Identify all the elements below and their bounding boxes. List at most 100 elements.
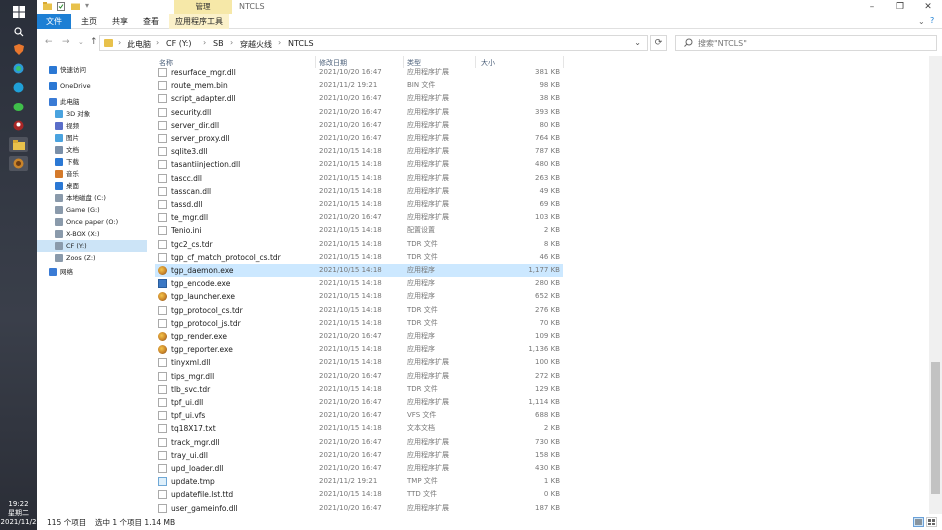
table-row[interactable]: tasantiinjection.dll 2021/10/15 14:18 应用程序… xyxy=(155,158,563,171)
nav-item[interactable]: 此电脑 xyxy=(37,96,147,108)
maximize-button[interactable]: ❐ xyxy=(886,0,914,14)
search-taskbar-icon[interactable] xyxy=(9,24,28,39)
table-row[interactable]: updatefile.lst.ttd 2021/10/15 14:18 TTD 文件… xyxy=(155,488,563,501)
table-row[interactable]: tpf_ui.dll 2021/10/20 16:47 应用程序扩展 1,114 KB xyxy=(155,396,563,409)
nav-item[interactable]: 图片 xyxy=(37,132,147,144)
breadcrumb-crossfire[interactable]: 穿越火线 xyxy=(240,39,272,50)
nav-item[interactable]: 音乐 xyxy=(37,168,147,180)
nav-item[interactable]: Zoos (Z:) xyxy=(37,252,147,264)
help-icon[interactable]: ? xyxy=(930,16,934,25)
back-arrow-icon[interactable]: ← xyxy=(45,37,53,47)
address-history-chevron-icon[interactable]: ⌄ xyxy=(634,38,641,47)
table-row[interactable]: upd_loader.dll 2021/10/20 16:47 应用程序扩展 430 … xyxy=(155,462,563,475)
manage-context-tab[interactable]: 管理 xyxy=(174,0,232,14)
column-divider[interactable] xyxy=(563,56,564,68)
close-button[interactable]: ✕ xyxy=(914,0,942,14)
shield-app-icon[interactable] xyxy=(9,42,28,57)
table-row[interactable]: sqlite3.dll 2021/10/15 14:18 应用程序扩展 787 KB xyxy=(155,145,563,158)
table-row[interactable]: resurface_mgr.dll 2021/10/20 16:47 应用程序扩展 3… xyxy=(155,66,563,79)
browser-app-icon[interactable] xyxy=(9,61,28,76)
breadcrumb-separator-icon[interactable]: › xyxy=(278,38,281,47)
scrollbar-thumb[interactable] xyxy=(931,362,940,494)
taskbar-clock[interactable]: 19:22 星期二 2021/11/2 xyxy=(0,500,37,527)
edge-app-icon[interactable] xyxy=(9,80,28,95)
game-app-icon[interactable] xyxy=(9,156,28,171)
table-row[interactable]: tascc.dll 2021/10/15 14:18 应用程序扩展 263 KB xyxy=(155,172,563,185)
vertical-scrollbar[interactable] xyxy=(929,56,942,514)
breadcrumb-separator-icon[interactable]: › xyxy=(156,38,159,47)
up-arrow-icon[interactable]: ↑ xyxy=(90,37,98,47)
table-row[interactable]: script_adapter.dll 2021/10/20 16:47 应用程序扩展… xyxy=(155,92,563,105)
address-bar[interactable]: › 此电脑 › CF (Y:) › SB › 穿越火线 › NTCLS ⌄ xyxy=(99,35,648,51)
tab-application-tools[interactable]: 应用程序工具 xyxy=(169,14,229,29)
breadcrumb-cf-drive[interactable]: CF (Y:) xyxy=(166,39,192,48)
large-icons-view-button[interactable] xyxy=(926,517,937,527)
nav-item[interactable]: 桌面 xyxy=(37,180,147,192)
nav-item[interactable]: 3D 对象 xyxy=(37,108,147,120)
tab-home[interactable]: 主页 xyxy=(75,14,103,29)
tab-share[interactable]: 共享 xyxy=(107,14,133,29)
table-row[interactable]: tgp_launcher.exe 2021/10/15 14:18 应用程序 652 … xyxy=(155,290,563,303)
minimize-button[interactable]: – xyxy=(858,0,886,14)
table-row[interactable]: update.tmp 2021/11/2 19:21 TMP 文件 1 KB xyxy=(155,475,563,488)
table-row[interactable]: tlb_svc.tdr 2021/10/15 14:18 TDR 文件 129 KB xyxy=(155,383,563,396)
table-row[interactable]: track_mgr.dll 2021/10/20 16:47 应用程序扩展 730 K… xyxy=(155,436,563,449)
breadcrumb-separator-icon[interactable]: › xyxy=(203,38,206,47)
table-row[interactable]: tray_ui.dll 2021/10/20 16:47 应用程序扩展 158 KB xyxy=(155,449,563,462)
table-row[interactable]: tgp_encode.exe 2021/10/15 14:18 应用程序 280 KB xyxy=(155,277,563,290)
tab-view[interactable]: 查看 xyxy=(137,14,165,29)
new-folder-quick-icon[interactable] xyxy=(71,2,80,12)
table-row[interactable]: user_gameinfo.dll 2021/10/20 16:47 应用程序扩展 1… xyxy=(155,502,563,514)
nav-item[interactable]: 快速访问 xyxy=(37,64,147,76)
nav-item[interactable]: X-BOX (X:) xyxy=(37,228,147,240)
breadcrumb-separator-icon[interactable]: › xyxy=(118,38,121,47)
nav-item[interactable]: 本地磁盘 (C:) xyxy=(37,192,147,204)
wechat-app-icon[interactable] xyxy=(9,99,28,114)
table-row[interactable]: route_mem.bin 2021/11/2 19:21 BIN 文件 98 KB xyxy=(155,79,563,92)
table-row[interactable]: tinyxml.dll 2021/10/15 14:18 应用程序扩展 100 KB xyxy=(155,356,563,369)
breadcrumb-ntcls[interactable]: NTCLS xyxy=(288,39,314,48)
table-row[interactable]: te_mgr.dll 2021/10/20 16:47 应用程序扩展 103 KB xyxy=(155,211,563,224)
table-row[interactable]: tgp_render.exe 2021/10/20 16:47 应用程序 109 KB xyxy=(155,330,563,343)
table-row[interactable]: security.dll 2021/10/20 16:47 应用程序扩展 393 KB xyxy=(155,106,563,119)
nav-item[interactable]: 网络 xyxy=(37,266,147,278)
table-row[interactable]: tips_mgr.dll 2021/10/20 16:47 应用程序扩展 272 KB xyxy=(155,370,563,383)
nav-item[interactable]: CF (Y:) xyxy=(37,240,147,252)
nav-item[interactable]: Game (G:) xyxy=(37,204,147,216)
table-row[interactable]: tgp_protocol_cs.tdr 2021/10/15 14:18 TDR 文… xyxy=(155,304,563,317)
breadcrumb-separator-icon[interactable]: › xyxy=(230,38,233,47)
nav-item[interactable]: 文档 xyxy=(37,144,147,156)
windows-start-icon[interactable] xyxy=(9,4,28,19)
expand-ribbon-icon[interactable]: ⌄ xyxy=(918,17,925,26)
table-row[interactable]: server_dir.dll 2021/10/20 16:47 应用程序扩展 80 K… xyxy=(155,119,563,132)
nav-item[interactable]: Once paper (O:) xyxy=(37,216,147,228)
table-row[interactable]: Tenio.ini 2021/10/15 14:18 配置设置 2 KB xyxy=(155,224,563,237)
table-row[interactable]: tpf_ui.vfs 2021/10/20 16:47 VFS 文件 688 KB xyxy=(155,409,563,422)
table-row[interactable]: tgp_protocol_js.tdr 2021/10/15 14:18 TDR 文… xyxy=(155,317,563,330)
table-row[interactable]: tgc2_cs.tdr 2021/10/15 14:18 TDR 文件 8 KB xyxy=(155,238,563,251)
nav-item[interactable]: OneDrive xyxy=(37,80,147,92)
recent-locations-chevron-icon[interactable]: ⌄ xyxy=(78,38,84,46)
table-row[interactable]: tassd.dll 2021/10/15 14:18 应用程序扩展 69 KB xyxy=(155,198,563,211)
search-box[interactable] xyxy=(675,35,937,51)
avatar-app-icon[interactable] xyxy=(9,118,28,133)
table-row[interactable]: tq18X17.txt 2021/10/15 14:18 文本文档 2 KB xyxy=(155,422,563,435)
customize-quick-access-icon[interactable]: ▾ xyxy=(85,1,89,10)
breadcrumb-sb[interactable]: SB xyxy=(213,39,224,48)
properties-quick-icon[interactable] xyxy=(57,2,65,13)
tab-file[interactable]: 文件 xyxy=(37,14,71,29)
file-explorer-app-icon[interactable] xyxy=(9,137,28,152)
details-view-button[interactable] xyxy=(913,517,924,527)
forward-arrow-icon[interactable]: → xyxy=(62,37,70,47)
table-row[interactable]: tgp_reporter.exe 2021/10/15 14:18 应用程序 1,13… xyxy=(155,343,563,356)
table-row[interactable]: server_proxy.dll 2021/10/20 16:47 应用程序扩展 76… xyxy=(155,132,563,145)
refresh-button[interactable]: ⟳ xyxy=(650,35,667,51)
table-row[interactable]: tgp_cf_match_protocol_cs.tdr 2021/10/15 1… xyxy=(155,251,563,264)
table-row[interactable]: tgp_daemon.exe 2021/10/15 14:18 应用程序 1,177 … xyxy=(155,264,563,277)
nav-item[interactable]: 视频 xyxy=(37,120,147,132)
search-input[interactable] xyxy=(698,37,928,49)
nav-item[interactable]: 下载 xyxy=(37,156,147,168)
breadcrumb-this-pc[interactable]: 此电脑 xyxy=(127,39,151,50)
table-row[interactable]: tasscan.dll 2021/10/15 14:18 应用程序扩展 49 KB xyxy=(155,185,563,198)
folder-quick-icon[interactable] xyxy=(43,2,52,12)
